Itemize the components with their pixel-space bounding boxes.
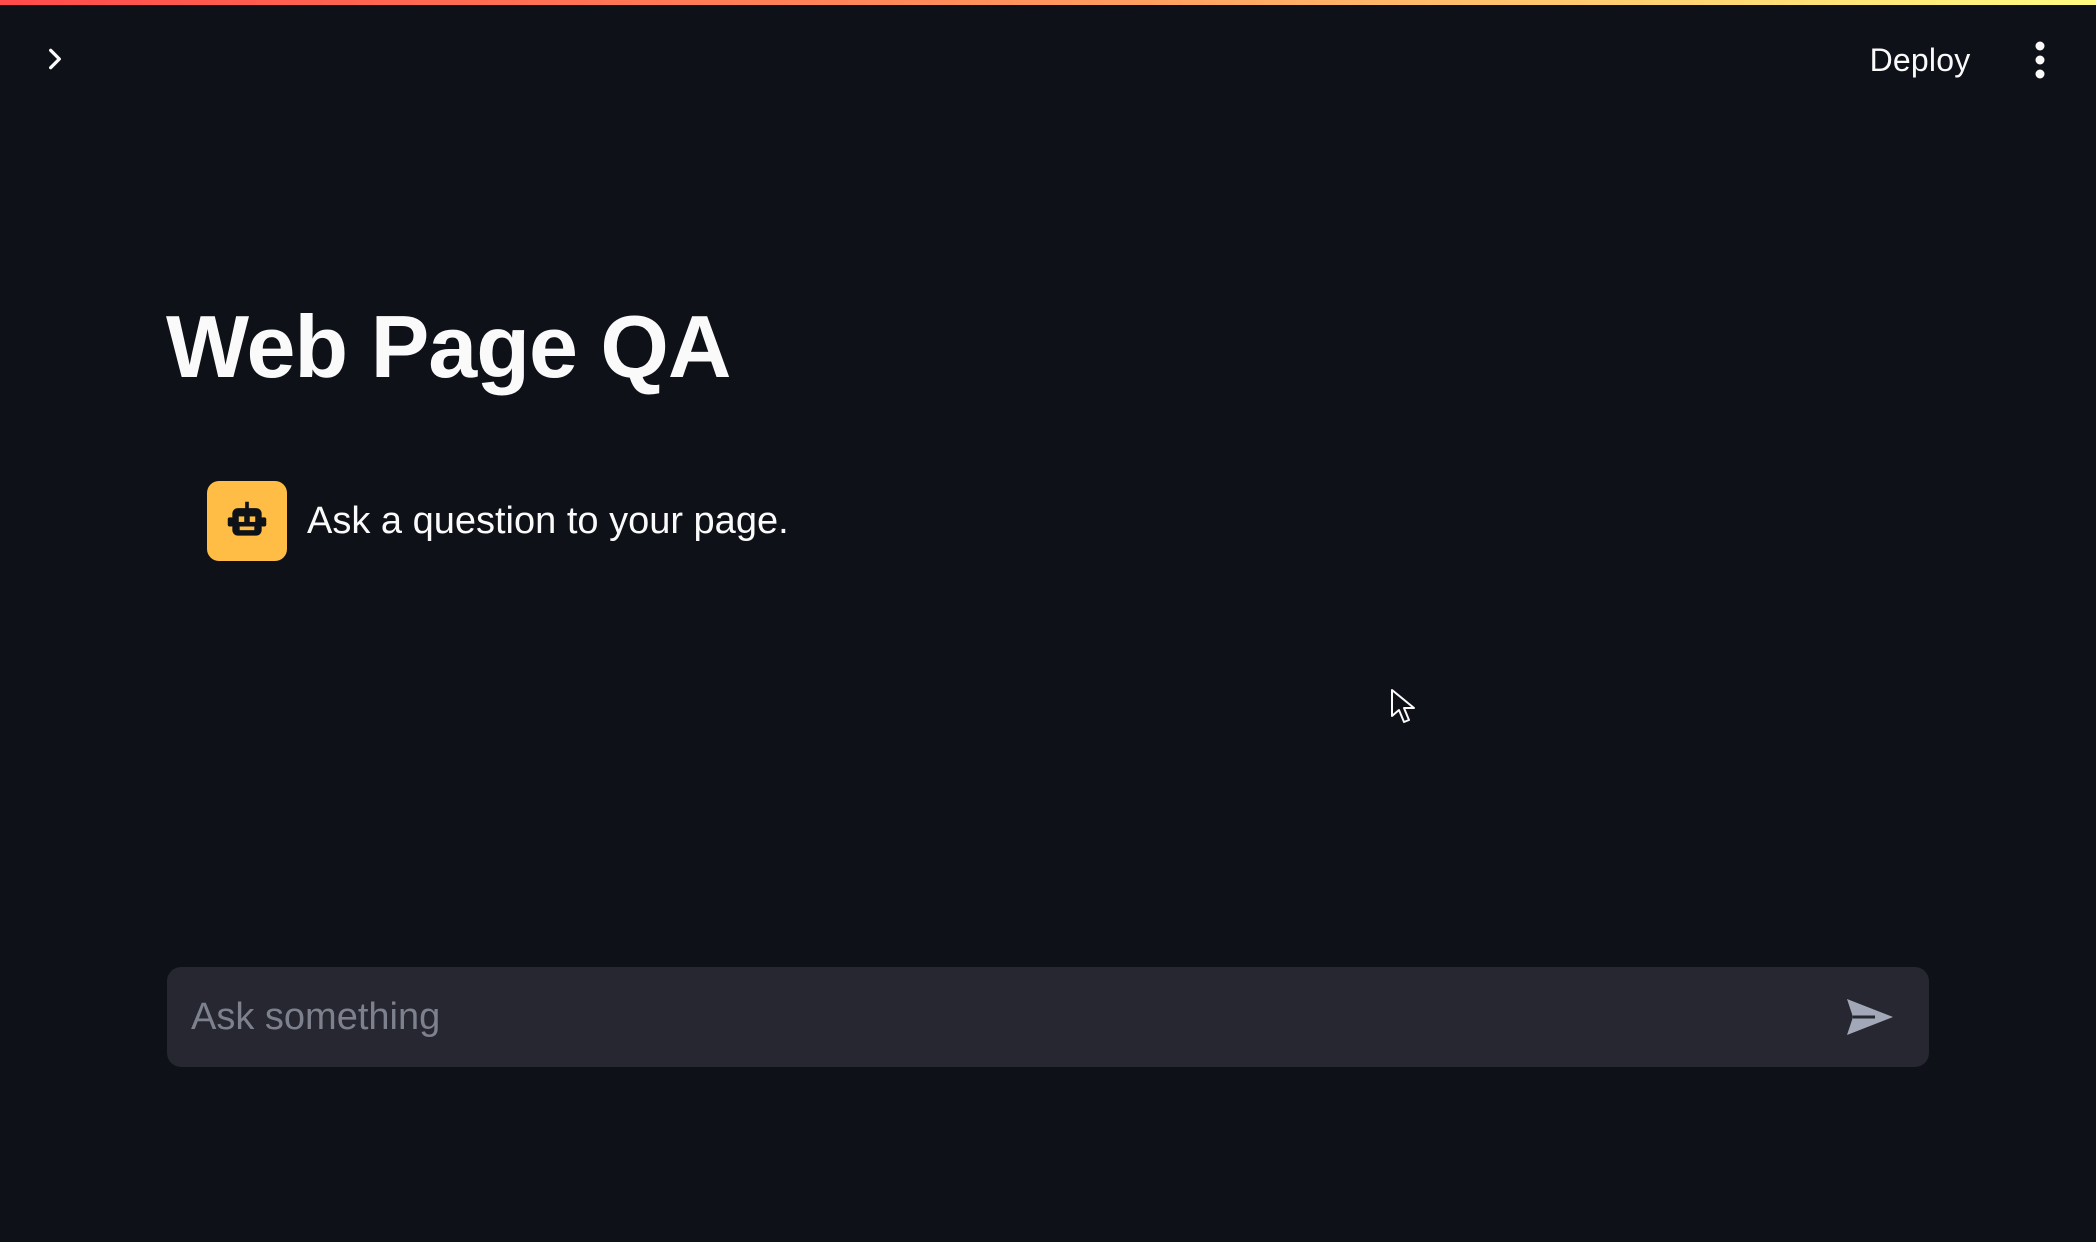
- main-menu-button[interactable]: [2018, 36, 2062, 84]
- chevron-right-icon: [49, 48, 61, 70]
- sidebar-toggle-button[interactable]: [36, 40, 74, 78]
- send-button[interactable]: [1835, 982, 1905, 1052]
- more-vertical-icon: [2035, 41, 2045, 79]
- page-title: Web Page QA: [166, 297, 731, 396]
- chat-input-container: [167, 967, 1929, 1067]
- chat-input[interactable]: [167, 967, 1835, 1067]
- send-icon: [1847, 999, 1893, 1035]
- assistant-chat-message: Ask a question to your page.: [207, 481, 789, 561]
- mouse-pointer-icon: [1391, 689, 1415, 723]
- assistant-avatar: [207, 481, 287, 561]
- robot-icon: [227, 501, 267, 536]
- top-decoration-stripe: [0, 0, 2096, 5]
- deploy-button[interactable]: Deploy: [1850, 34, 1990, 86]
- assistant-message-text: Ask a question to your page.: [307, 499, 789, 542]
